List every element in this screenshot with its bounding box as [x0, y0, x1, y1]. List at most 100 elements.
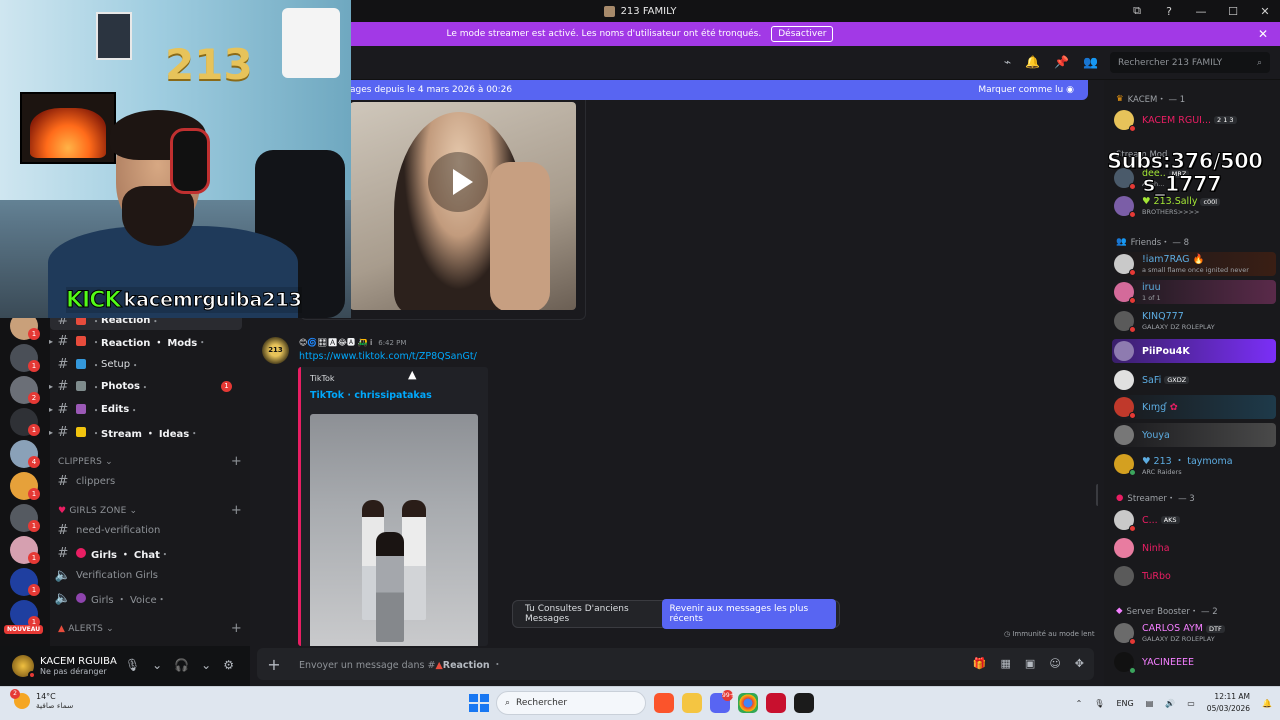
- channel-item-need-verification[interactable]: # need-verification: [50, 520, 242, 540]
- member-row[interactable]: ♥ 213 ・ taymoma ARC Raiders: [1112, 452, 1276, 476]
- jump-to-present-button[interactable]: Revenir aux messages les plus récents: [661, 599, 836, 629]
- member-row[interactable]: PiiPou4K: [1112, 339, 1276, 363]
- kick-overlay: KICK kacemrguiba213: [65, 287, 302, 313]
- voice-channel-verification-girls[interactable]: 🔈 Verification Girls: [50, 565, 242, 585]
- windows-start-icon[interactable]: [468, 693, 489, 713]
- clock[interactable]: 12:11 AM 05/03/2026: [1207, 691, 1250, 715]
- members-icon[interactable]: 👥: [1083, 55, 1098, 69]
- disable-streamer-button[interactable]: Désactiver: [771, 26, 834, 42]
- member-row[interactable]: Kıɱɠ ✿: [1112, 395, 1276, 419]
- tray-expand-icon[interactable]: ⌃: [1076, 699, 1083, 708]
- notifications-icon[interactable]: 🔔: [1262, 699, 1272, 708]
- video-thumbnail[interactable]: [350, 102, 576, 310]
- volume-icon[interactable]: 🔊: [1165, 699, 1175, 708]
- attach-plus-icon[interactable]: +: [257, 655, 291, 674]
- member-row[interactable]: CARLOS AYM DTF GALAXY DZ ROLEPLAY: [1112, 621, 1276, 645]
- chat-scrollbar[interactable]: [1096, 484, 1098, 506]
- emoji-icon[interactable]: ☺: [1049, 657, 1060, 670]
- microphone-icon[interactable]: 🎙: [1094, 699, 1104, 708]
- message-author[interactable]: 😊🌀🎛🅰😂🅰 🛺 i: [299, 337, 372, 348]
- adobe-icon[interactable]: [766, 693, 786, 713]
- member-tag: c00l: [1200, 197, 1221, 206]
- category-clippers[interactable]: CLIPPERS ⌄ +: [58, 455, 242, 468]
- chevron-down-icon[interactable]: ⌄: [152, 658, 162, 672]
- discord-icon[interactable]: 99+: [710, 690, 735, 713]
- channel-item-stream-ideas[interactable]: ▸ # ・ Stream ・ Ideas ・: [49, 422, 242, 442]
- maximize-button[interactable]: ☐: [1226, 5, 1240, 18]
- channel-item-setup[interactable]: # ・ Setup ・: [50, 354, 242, 374]
- obs-icon[interactable]: [794, 693, 814, 713]
- headphones-icon[interactable]: 🎧: [174, 658, 189, 672]
- embed-title[interactable]: TikTok · chrissipatakas: [310, 390, 432, 401]
- new-messages-bar[interactable]: ages depuis le 4 mars 2026 à 00:26 Marqu…: [250, 80, 1088, 100]
- group-label: Friends・ — 8: [1130, 238, 1189, 248]
- taskbar-search[interactable]: ⌕ Rechercher: [496, 691, 646, 715]
- add-channel-icon[interactable]: +: [231, 455, 242, 468]
- member-row[interactable]: Youya: [1112, 423, 1276, 447]
- hash-icon: #: [57, 378, 69, 394]
- file-explorer-icon[interactable]: [682, 693, 702, 713]
- brave-icon[interactable]: [654, 693, 674, 713]
- embed-thumbnail[interactable]: [310, 414, 478, 646]
- close-window-button[interactable]: ✕: [1258, 5, 1272, 18]
- close-banner-icon[interactable]: ✕: [1258, 27, 1268, 41]
- notification-bell-icon[interactable]: 🔔: [1025, 55, 1040, 69]
- member-tag: GXDZ: [1164, 376, 1190, 384]
- composer-tools: 🎁 ▦ ▣ ☺ ✥: [973, 657, 1084, 670]
- message-link[interactable]: https://www.tiktok.com/t/ZP8QSanGt/: [299, 351, 477, 362]
- minimize-button[interactable]: —: [1194, 5, 1208, 18]
- play-icon[interactable]: [428, 152, 488, 212]
- channel-item-reaction-mods[interactable]: ▸ # ・ Reaction ・ Mods ・: [49, 331, 242, 351]
- mark-read-icon: ◉: [1066, 85, 1074, 95]
- category-girls-zone[interactable]: ♥ GIRLS ZONE ⌄ +: [58, 504, 242, 517]
- member-row[interactable]: SaFi GXDZ: [1112, 368, 1276, 392]
- member-row[interactable]: KACEM RGUI... 2 1 3: [1112, 108, 1276, 132]
- apps-icon[interactable]: ✥: [1075, 657, 1084, 670]
- member-row[interactable]: TuRbo: [1112, 564, 1276, 588]
- user-names[interactable]: KACEM RGUIBA Ne pas déranger: [40, 656, 117, 676]
- voice-channel-girls-voice[interactable]: 🔈 Girls ・ Voice ・: [50, 588, 242, 608]
- category-alerts[interactable]: ▲ ALERTS ⌄ +: [58, 622, 242, 635]
- channel-item-photos[interactable]: ▸ # ・ Photos ・ 1: [49, 376, 242, 396]
- search-input[interactable]: Rechercher 213 FAMILY ⌕: [1110, 52, 1270, 73]
- help-icon[interactable]: ?: [1162, 5, 1176, 18]
- member-row[interactable]: KINQ777 GALAXY DZ ROLEPLAY: [1112, 309, 1276, 333]
- channel-item-clippers[interactable]: # clippers: [50, 471, 242, 491]
- network-icon[interactable]: ▤: [1146, 699, 1154, 708]
- message-avatar[interactable]: 213: [262, 337, 289, 364]
- member-name: SaFi GXDZ: [1142, 375, 1190, 386]
- message-composer[interactable]: + Envoyer un message dans #▲Reaction ・ 🎁…: [257, 648, 1094, 680]
- member-row[interactable]: Ninha: [1112, 536, 1276, 560]
- add-channel-icon[interactable]: +: [231, 622, 242, 635]
- chevron-down-icon[interactable]: ⌄: [201, 658, 211, 672]
- channel-emoji-icon: [76, 427, 86, 437]
- member-row[interactable]: ♥ 213.Sally c00l BROTHERS>>>>: [1112, 194, 1276, 218]
- avatar: [1114, 370, 1134, 390]
- channel-item-girls-chat[interactable]: # Girls ・ Chat ・: [50, 543, 242, 563]
- gif-icon[interactable]: ▦: [1001, 657, 1011, 670]
- sticker-icon[interactable]: ▣: [1025, 657, 1035, 670]
- pin-icon[interactable]: 📌: [1054, 55, 1069, 69]
- member-row[interactable]: !iam7RAG 🔥 a small flame once ignited nev…: [1112, 252, 1276, 276]
- member-name: ♥ 213 ・ taymoma: [1142, 455, 1233, 467]
- mark-as-read-button[interactable]: Marquer comme lu ◉: [978, 85, 1074, 95]
- hash-icon: #: [57, 545, 69, 561]
- channel-item-edits[interactable]: ▸ # ・ Edits ・: [49, 399, 242, 419]
- gift-icon[interactable]: 🎁: [973, 657, 987, 670]
- member-row[interactable]: iruu 1 of 1: [1112, 280, 1276, 304]
- server-badge: 1: [28, 520, 40, 532]
- inbox-icon[interactable]: ⧉: [1130, 4, 1144, 18]
- status-icon: [1129, 211, 1136, 218]
- member-row[interactable]: YACINEEEE: [1112, 650, 1276, 674]
- settings-gear-icon[interactable]: ⚙: [223, 658, 234, 672]
- avatar[interactable]: [12, 655, 36, 679]
- member-row[interactable]: C... AKS: [1112, 508, 1276, 532]
- add-channel-icon[interactable]: +: [231, 504, 242, 517]
- microphone-icon[interactable]: 🎙: [125, 658, 140, 672]
- chrome-icon[interactable]: [738, 693, 758, 713]
- threads-icon[interactable]: ⌁: [1004, 55, 1011, 69]
- language-indicator[interactable]: ENG: [1116, 699, 1133, 708]
- window-title: 213 FAMILY: [603, 5, 676, 17]
- battery-icon[interactable]: ▭: [1187, 699, 1195, 708]
- weather-widget[interactable]: 2 14°C سماء صافية: [10, 689, 73, 710]
